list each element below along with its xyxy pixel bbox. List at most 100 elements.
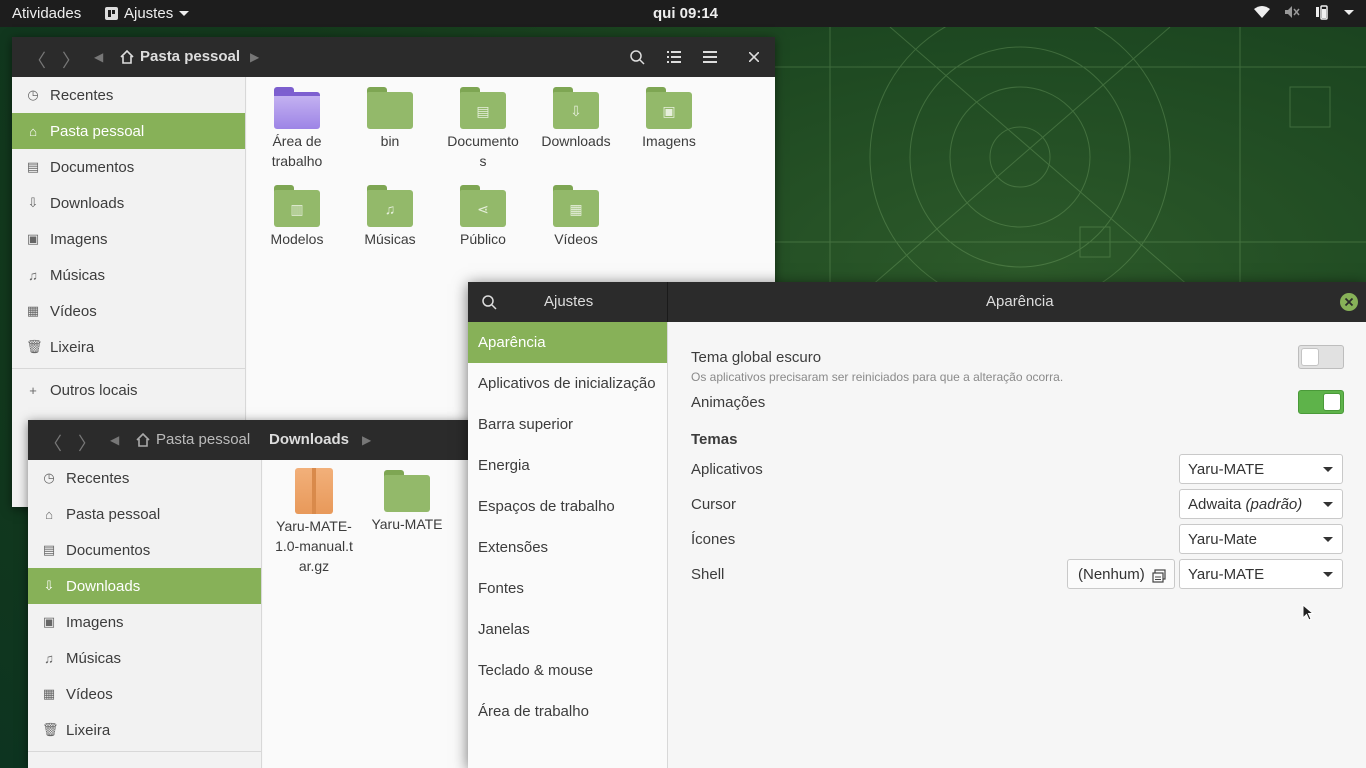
sidebar-item-label: Downloads [50, 194, 125, 212]
tweaks-nav-startup-apps[interactable]: Aplicativos de inicialização [468, 363, 667, 404]
sidebar-item-home[interactable]: ⌂ Pasta pessoal [12, 113, 245, 149]
sidebar-item-outros-locais[interactable]: + Outros locais [12, 372, 245, 408]
breadcrumb[interactable]: Pasta pessoal [120, 48, 240, 65]
applications-theme-dropdown[interactable]: Yaru-MATE [1179, 454, 1343, 484]
file-item[interactable]: Área de trabalho [252, 87, 342, 171]
file-item[interactable]: ▥ Modelos [252, 185, 342, 249]
sidebar-item-label: Vídeos [66, 685, 113, 703]
download-icon: ⇩ [27, 195, 39, 210]
applications-theme-label: Aplicativos [691, 461, 763, 478]
search-icon[interactable] [630, 50, 645, 65]
tweaks-nav-desktop[interactable]: Área de trabalho [468, 691, 667, 732]
animations-switch[interactable] [1298, 390, 1344, 414]
file-name: bin [380, 133, 400, 149]
dark-theme-switch[interactable] [1298, 345, 1344, 369]
breadcrumb-current[interactable]: Downloads [269, 431, 349, 448]
file-item[interactable]: ⇩ Downloads [531, 87, 621, 151]
app-menu[interactable]: Ajustes [105, 5, 190, 22]
sidebar-item-lixeira[interactable]: 🗑︎ Lixeira [12, 329, 245, 365]
activities-button[interactable]: Atividades [12, 5, 81, 22]
pictures-folder-icon: ▣ [646, 87, 692, 129]
close-icon[interactable] [1340, 293, 1358, 311]
sidebar-item-label: Pasta pessoal [66, 505, 161, 523]
headerbar: 〈 〉 ◀ Pasta pessoal Downloads ▶ [28, 420, 488, 460]
path-left-icon[interactable]: ◀ [110, 433, 119, 447]
dropdown-value: Adwaita [1188, 495, 1242, 513]
breadcrumb[interactable]: Pasta pessoal [136, 431, 250, 448]
cursor-theme-label: Cursor [691, 496, 737, 513]
sidebar-item-musicas[interactable]: ♫ Músicas [28, 640, 261, 676]
file-item[interactable]: Yaru-MATE-1.0-manual.tar.gz [269, 468, 359, 576]
folder-icon [367, 87, 413, 129]
sidebar-separator [12, 368, 245, 369]
file-button-label: (Nenhum) [1078, 565, 1145, 583]
path-left-icon[interactable]: ◀ [94, 50, 103, 64]
headerbar: 〈 〉 ◀ Pasta pessoal ▶ [12, 37, 775, 77]
menu-icon[interactable] [703, 51, 717, 63]
home-icon [120, 49, 134, 64]
shell-file-button[interactable]: (Nenhum) [1067, 559, 1175, 589]
tweaks-nav-windows[interactable]: Janelas [468, 609, 667, 650]
sidebar-item-label: Downloads [66, 577, 141, 595]
system-menu[interactable] [1254, 4, 1354, 20]
sidebar-item-downloads[interactable]: ⇩ Downloads [28, 568, 261, 604]
path-right-icon[interactable]: ▶ [250, 50, 259, 64]
forward-button[interactable]: 〉 [78, 430, 96, 456]
sidebar-item-recentes[interactable]: ◷ Recentes [28, 460, 261, 496]
chevron-down-icon [1323, 572, 1333, 577]
tweaks-window: Ajustes Aparência Aparência Aplicativos … [468, 282, 1366, 768]
sidebar-item-videos[interactable]: ▦ Vídeos [12, 293, 245, 329]
file-item[interactable]: Yaru-MATE [362, 470, 452, 534]
public-folder-icon: ⋖ [460, 185, 506, 227]
list-view-icon[interactable] [667, 51, 681, 63]
sidebar-item-label: Documentos [50, 158, 135, 176]
file-item[interactable]: bin [345, 87, 435, 151]
clock[interactable]: qui 09:14 [653, 5, 718, 22]
image-icon: ▣ [42, 614, 56, 629]
templates-folder-icon: ▥ [274, 185, 320, 227]
tweaks-nav-power[interactable]: Energia [468, 445, 667, 486]
file-item[interactable]: ♫ Músicas [345, 185, 435, 249]
file-name: Imagens [642, 133, 696, 149]
tweaks-nav-top-bar[interactable]: Barra superior [468, 404, 667, 445]
sidebar-item-label: Pasta pessoal [50, 122, 145, 140]
sidebar-item-label: Recentes [50, 86, 114, 104]
sidebar-item-videos[interactable]: ▦ Vídeos [28, 676, 261, 712]
chevron-down-icon [1323, 537, 1333, 542]
sidebar-item-home[interactable]: ⌂ Pasta pessoal [28, 496, 261, 532]
sidebar-item-recentes[interactable]: ◷ Recentes [12, 77, 245, 113]
back-button[interactable]: 〈 [28, 47, 46, 73]
app-menu-label: Ajustes [124, 5, 174, 22]
forward-button[interactable]: 〉 [62, 47, 80, 73]
close-icon[interactable] [749, 52, 759, 62]
sidebar-item-imagens[interactable]: ▣ Imagens [12, 221, 245, 257]
tweaks-nav-aparencia[interactable]: Aparência [468, 322, 667, 363]
appearance-panel: Tema global escuro Os aplicativos precis… [669, 322, 1366, 768]
file-item[interactable]: ▣ Imagens [624, 87, 714, 151]
sidebar-item-label: Imagens [50, 230, 108, 248]
sidebar-item-imagens[interactable]: ▣ Imagens [28, 604, 261, 640]
sidebar-item-downloads[interactable]: ⇩ Downloads [12, 185, 245, 221]
cursor-theme-dropdown[interactable]: Adwaita (padrão) [1179, 489, 1343, 519]
sidebar-item-musicas[interactable]: ♫ Músicas [12, 257, 245, 293]
sidebar-item-label: Recentes [66, 469, 130, 487]
tweaks-nav-extensions[interactable]: Extensões [468, 527, 667, 568]
search-icon[interactable] [482, 295, 497, 310]
tweaks-nav-keyboard-mouse[interactable]: Teclado & mouse [468, 650, 667, 691]
back-button[interactable]: 〈 [44, 430, 62, 456]
icons-theme-dropdown[interactable]: Yaru-Mate [1179, 524, 1343, 554]
sidebar-item-documentos[interactable]: ▤ Documentos [28, 532, 261, 568]
mouse-pointer-icon [1302, 604, 1314, 621]
shell-theme-dropdown[interactable]: Yaru-MATE [1179, 559, 1343, 589]
file-item[interactable]: ⋖ Público [438, 185, 528, 249]
sidebar-item-lixeira[interactable]: 🗑︎ Lixeira [28, 712, 261, 748]
sidebar-item-documentos[interactable]: ▤ Documentos [12, 149, 245, 185]
video-icon: ▦ [42, 686, 56, 701]
file-name: Músicas [364, 231, 416, 247]
tweaks-nav-fonts[interactable]: Fontes [468, 568, 667, 609]
file-item[interactable]: ▦ Vídeos [531, 185, 621, 249]
tweaks-nav-workspaces[interactable]: Espaços de trabalho [468, 486, 667, 527]
path-right-icon[interactable]: ▶ [362, 433, 371, 447]
file-item[interactable]: ▤ Documentos [438, 87, 528, 171]
downloads-folder-icon: ⇩ [553, 87, 599, 129]
